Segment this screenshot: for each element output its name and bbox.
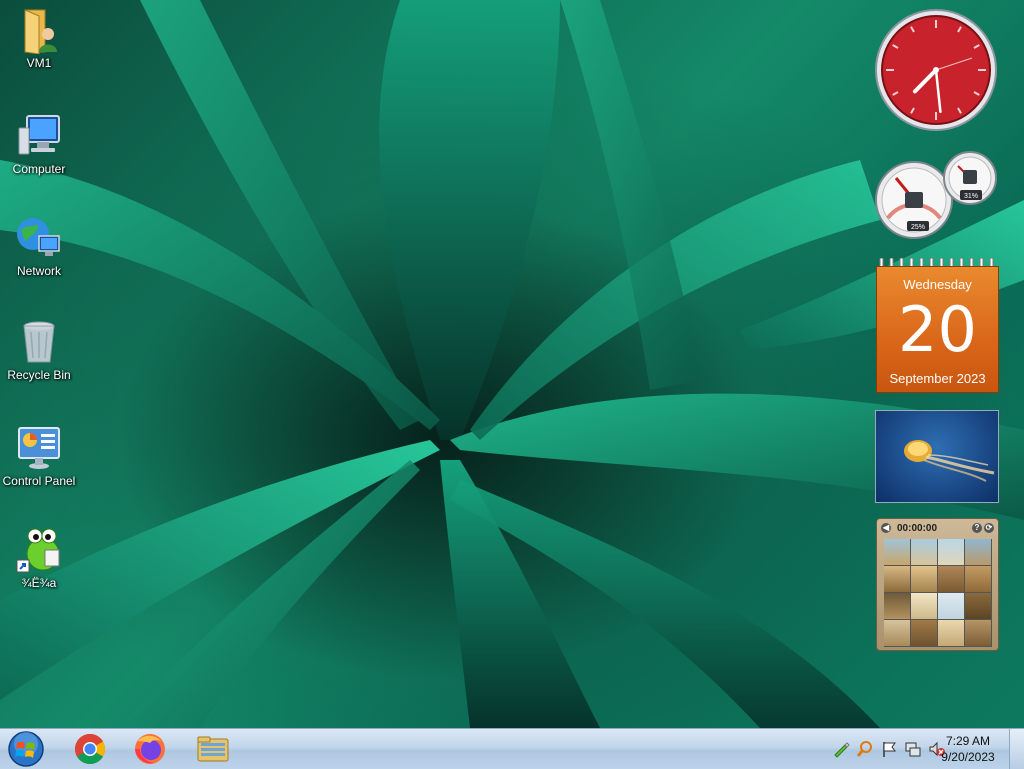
user-folder-icon — [24, 9, 57, 54]
puzzle-timer: 00:00:00 — [897, 523, 938, 534]
puzzle-tile[interactable] — [965, 620, 991, 646]
desktop-icon-label: Recycle Bin — [7, 368, 71, 382]
action-center-flag-icon[interactable] — [880, 740, 898, 758]
system-tray — [832, 737, 946, 761]
taskbar: 7:29 AM 9/20/2023 — [0, 728, 1024, 769]
puzzle-tile[interactable] — [938, 593, 964, 619]
calendar-day-number: 20 — [898, 293, 977, 366]
desktop-icon-label: ¾Ë¾a — [21, 576, 57, 590]
windows-start-orb-icon[interactable] — [4, 730, 48, 768]
slideshow-gadget[interactable] — [875, 410, 999, 503]
desktop-icon-shortcut[interactable]: ¾Ë¾a — [2, 526, 76, 590]
taskbar-time: 7:29 AM — [945, 734, 991, 748]
frog-shortcut-icon — [16, 528, 60, 573]
jellyfish-photo — [904, 440, 995, 482]
pen-icon[interactable] — [832, 740, 850, 758]
puzzle-tile[interactable] — [884, 539, 910, 565]
cpu-meter-gadget[interactable]: 25% 31% — [874, 148, 1000, 240]
network-icon — [17, 218, 60, 256]
desktop-icon-control-panel[interactable]: Control Panel — [2, 424, 76, 488]
desktop-icon-vm1[interactable]: VM1 — [2, 6, 76, 70]
puzzle-tile[interactable] — [938, 539, 964, 565]
desktop-icon-label: Computer — [12, 162, 66, 176]
puzzle-tile[interactable] — [965, 566, 991, 592]
taskbar-date: 9/20/2023 — [941, 750, 995, 764]
memory-percent: 31% — [964, 193, 978, 200]
puzzle-tile[interactable] — [911, 593, 937, 619]
recycle-bin-icon — [23, 321, 55, 363]
puzzle-pause-icon[interactable]: ◀ — [881, 523, 891, 533]
control-panel-icon — [18, 427, 60, 469]
clock-gadget[interactable] — [874, 8, 998, 132]
desktop-icon-recycle-bin[interactable]: Recycle Bin — [2, 318, 76, 382]
puzzle-shuffle-icon[interactable]: ⟳ — [984, 523, 994, 533]
chrome-icon[interactable] — [64, 731, 116, 767]
puzzle-grid[interactable] — [884, 539, 992, 647]
file-explorer-icon[interactable] — [186, 731, 238, 767]
computer-icon — [18, 115, 60, 155]
network-status-icon[interactable] — [904, 740, 922, 758]
picture-puzzle-gadget[interactable]: ◀ 00:00:00 ? ⟳ — [876, 518, 999, 651]
puzzle-tile[interactable] — [911, 620, 937, 646]
desktop-icon-computer[interactable]: Computer — [2, 112, 76, 176]
calendar-weekday: Wednesday — [903, 277, 972, 292]
search-magnifier-icon[interactable] — [856, 740, 874, 758]
puzzle-tile[interactable] — [938, 620, 964, 646]
desktop-icon-label: Network — [16, 264, 61, 278]
puzzle-tile[interactable] — [938, 566, 964, 592]
cpu-percent: 25% — [911, 224, 925, 231]
puzzle-tile[interactable] — [911, 539, 937, 565]
puzzle-tile[interactable] — [884, 620, 910, 646]
puzzle-tile[interactable] — [884, 593, 910, 619]
puzzle-tile[interactable] — [965, 593, 991, 619]
desktop-icon-network[interactable]: Network — [2, 214, 76, 278]
puzzle-help-icon[interactable]: ? — [972, 523, 982, 533]
puzzle-tile[interactable] — [965, 539, 991, 565]
calendar-month-year: September 2023 — [889, 371, 986, 386]
calendar-page: Wednesday 20 September 2023 — [876, 266, 999, 393]
puzzle-tile[interactable] — [911, 566, 937, 592]
desktop-wallpaper — [0, 0, 1024, 728]
taskbar-clock[interactable]: 7:29 AM 9/20/2023 — [938, 733, 998, 765]
firefox-icon[interactable] — [124, 731, 176, 767]
desktop-icon-label: Control Panel — [2, 474, 76, 488]
show-desktop-button[interactable] — [1009, 729, 1024, 769]
desktop-icon-label: VM1 — [26, 56, 52, 70]
puzzle-header: ◀ 00:00:00 ? ⟳ — [881, 522, 994, 536]
puzzle-tile[interactable] — [884, 566, 910, 592]
calendar-gadget[interactable]: Wednesday 20 September 2023 — [876, 258, 999, 393]
